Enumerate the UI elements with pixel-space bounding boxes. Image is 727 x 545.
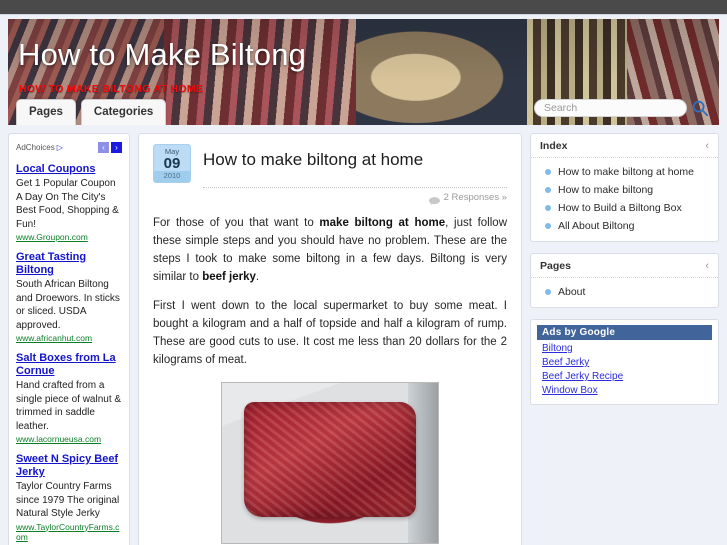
ad-item: Sweet N Spicy Beef Jerky Taylor Country …	[16, 453, 122, 542]
p1-pre: For those of you that want to	[153, 217, 320, 229]
index-panel: Index ‹ How to make biltong at home How …	[530, 133, 719, 242]
adchoices-row: AdChoices ▷ ‹ ›	[16, 140, 122, 154]
ad-url[interactable]: www.africanhut.com	[16, 333, 122, 343]
bullet-icon	[545, 223, 551, 229]
google-ad-link-beef-jerky-recipe[interactable]: Beef Jerky Recipe	[537, 368, 712, 382]
index-panel-title: Index	[540, 140, 568, 152]
google-ad-link-window-box[interactable]: Window Box	[537, 382, 712, 396]
ad-title[interactable]: Local Coupons	[16, 163, 122, 176]
post-date-year: 2010	[154, 171, 190, 182]
index-panel-header: Index ‹	[531, 134, 718, 158]
ad-description: Get 1 Popular Coupon A Day On The City's…	[16, 178, 119, 230]
content-columns: AdChoices ▷ ‹ › Local Coupons Get 1 Popu…	[0, 129, 727, 545]
index-item-all-about-biltong[interactable]: All About Biltong	[539, 217, 710, 235]
search-icon[interactable]	[691, 99, 709, 117]
p1-bold-make-biltong: make biltong at home	[319, 217, 446, 229]
main-nav: Pages Categories	[16, 99, 167, 125]
p1-post: .	[255, 271, 260, 283]
search-box	[534, 99, 709, 117]
index-item-how-to-build-a-biltong-box[interactable]: How to Build a Biltong Box	[539, 199, 710, 217]
ad-description: Hand crafted from a single piece of waln…	[16, 380, 122, 432]
site-tagline: HOW TO MAKE BILTONG AT HOME	[19, 83, 204, 95]
comment-bubble-icon	[428, 193, 440, 205]
ad-title[interactable]: Great Tasting Biltong	[16, 251, 122, 277]
pages-panel-title: Pages	[540, 260, 571, 272]
site-title: How to Make Biltong	[18, 37, 307, 72]
pages-item-about[interactable]: About	[539, 283, 710, 301]
article-body: May 09 2010 How to make biltong at home …	[138, 133, 522, 545]
index-item-label: How to make biltong at home	[558, 166, 694, 178]
responses-link[interactable]: 2 Responses »	[444, 192, 507, 203]
meat-shape	[243, 402, 417, 518]
pages-list: About	[531, 283, 718, 301]
bullet-icon	[545, 289, 551, 295]
ad-title[interactable]: Sweet N Spicy Beef Jerky	[16, 453, 122, 479]
right-sidebar: Index ‹ How to make biltong at home How …	[530, 133, 719, 545]
search-input[interactable]	[534, 99, 687, 117]
bullet-icon	[545, 187, 551, 193]
index-list: How to make biltong at home How to make …	[531, 163, 718, 235]
ad-pager: ‹ ›	[98, 141, 122, 153]
chevron-left-icon[interactable]: ‹	[705, 261, 709, 272]
chevron-left-icon[interactable]: ‹	[705, 141, 709, 152]
pages-panel-header: Pages ‹	[531, 254, 718, 278]
bullet-icon	[545, 205, 551, 211]
index-item-how-to-make-biltong[interactable]: How to make biltong	[539, 181, 710, 199]
index-item-label: How to make biltong	[558, 184, 654, 196]
ad-description: South African Biltong and Droewors. In s…	[16, 279, 120, 331]
ad-item: Salt Boxes from La Cornue Hand crafted f…	[16, 352, 122, 444]
ad-url[interactable]: www.Groupon.com	[16, 232, 122, 242]
google-ads-panel: Ads by Google Biltong Beef Jerky Beef Je…	[530, 319, 719, 405]
adchoices-triangle-icon: ▷	[56, 142, 63, 152]
nav-tab-pages[interactable]: Pages	[16, 99, 76, 125]
post-figure: Topside beef for biltong	[221, 382, 439, 545]
post-title: How to make biltong at home	[203, 150, 424, 169]
site-header: How to Make Biltong HOW TO MAKE BILTONG …	[8, 19, 719, 125]
index-item-label: All About Biltong	[558, 220, 635, 232]
pages-panel: Pages ‹ About	[530, 253, 719, 308]
ad-item: Great Tasting Biltong South African Bilt…	[16, 251, 122, 343]
paragraph-1: For those of you that want to make bilto…	[153, 214, 507, 286]
post-header: May 09 2010 How to make biltong at home	[153, 144, 507, 183]
topside-beef-photo	[221, 382, 439, 544]
index-item-how-to-make-biltong-at-home[interactable]: How to make biltong at home	[539, 163, 710, 181]
p1-bold-beef-jerky: beef jerky	[202, 271, 256, 283]
nav-tab-categories[interactable]: Categories	[80, 99, 167, 125]
adchoices-label[interactable]: AdChoices ▷	[16, 143, 63, 152]
post-date-day: 09	[163, 155, 181, 172]
ad-next-button[interactable]: ›	[111, 141, 122, 153]
ad-url[interactable]: www.lacornueusa.com	[16, 434, 122, 444]
paragraph-2: First I went down to the local supermark…	[153, 300, 507, 366]
ad-url[interactable]: www.TaylorCountryFarms.com	[16, 522, 122, 542]
index-item-label: How to Build a Biltong Box	[558, 202, 682, 214]
ad-item: Local Coupons Get 1 Popular Coupon A Day…	[16, 163, 122, 242]
post-date-badge: May 09 2010	[153, 144, 191, 183]
left-ad-column: AdChoices ▷ ‹ › Local Coupons Get 1 Popu…	[8, 133, 130, 545]
post-meta: 2 Responses »	[203, 187, 507, 205]
google-ad-link-biltong[interactable]: Biltong	[537, 340, 712, 354]
page-container: How to Make Biltong HOW TO MAKE BILTONG …	[0, 14, 727, 545]
ad-description: Taylor Country Farms since 1979 The orig…	[16, 481, 120, 519]
ad-title[interactable]: Salt Boxes from La Cornue	[16, 352, 122, 378]
pages-item-label: About	[558, 286, 586, 298]
google-ad-link-beef-jerky[interactable]: Beef Jerky	[537, 354, 712, 368]
adchoices-text: AdChoices	[16, 142, 55, 152]
ad-prev-button[interactable]: ‹	[98, 141, 109, 153]
google-ads-header: Ads by Google	[537, 325, 712, 340]
bullet-icon	[545, 169, 551, 175]
